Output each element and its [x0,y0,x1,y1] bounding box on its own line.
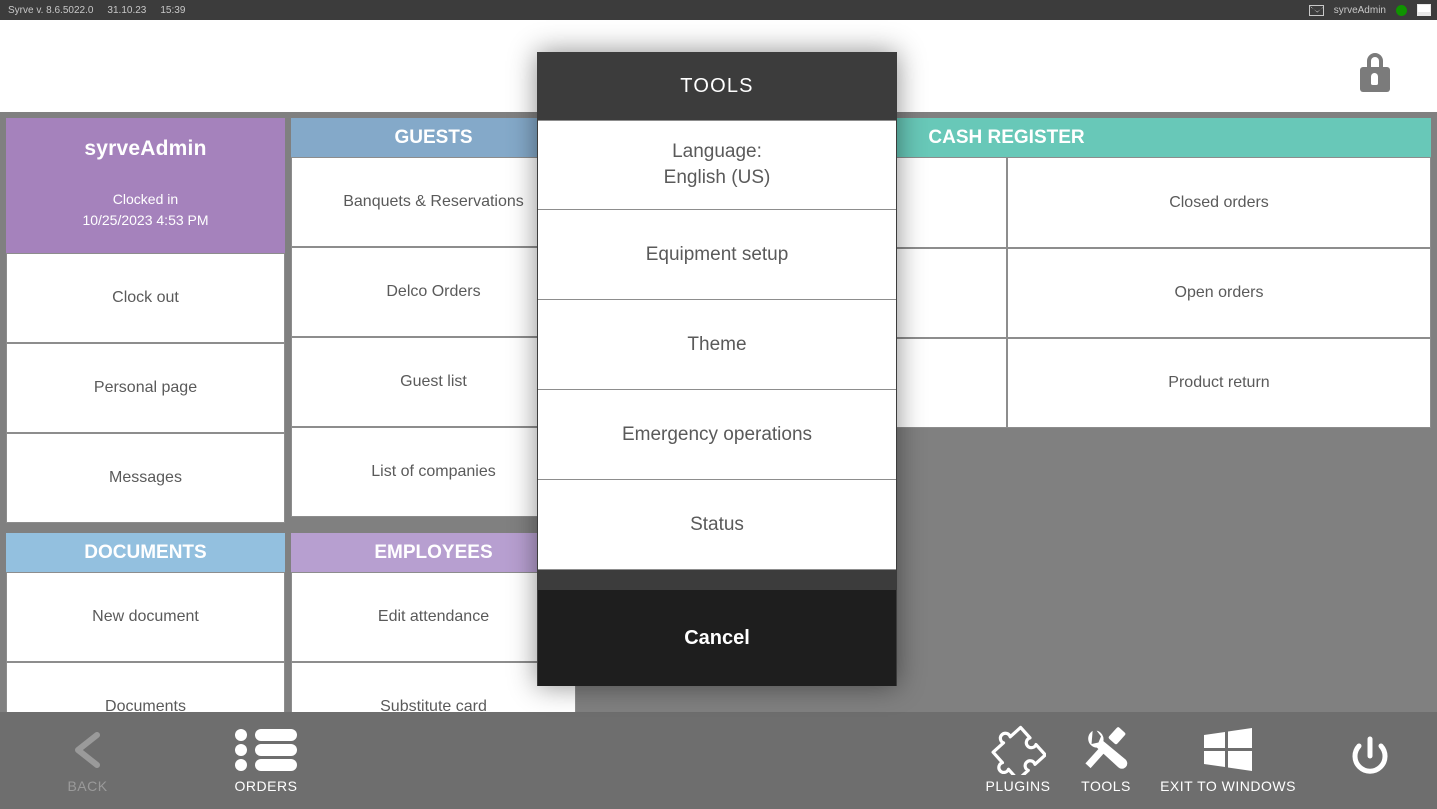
user-header-tile[interactable]: syrveAdmin Clocked in 10/25/2023 4:53 PM [6,118,285,253]
orders-button[interactable]: ORDERS [210,712,322,809]
tile-clock-out[interactable]: Clock out [6,253,285,343]
chevron-left-icon [68,727,108,773]
tile-list-of-companies[interactable]: List of companies [291,427,576,517]
pos-screen: Syrve v. 8.6.5022.0 31.10.23 15:39 syrve… [0,0,1437,809]
plugins-button[interactable]: PLUGINS [962,712,1074,809]
group-header-documents: DOCUMENTS [6,533,285,572]
group-header-guests: GUESTS [291,118,576,157]
power-icon [1347,735,1393,781]
titlebar-user-label: syrveAdmin [1333,4,1386,16]
tools-icon [1080,727,1132,773]
menu-item-status-label: Status [690,513,744,535]
group-guests: GUESTS Banquets & Reservations Delco Ord… [291,118,576,517]
clocked-in-label: Clocked in [112,191,179,208]
tile-messages[interactable]: Messages [6,433,285,523]
menu-item-equipment-setup-label: Equipment setup [645,243,789,265]
back-button[interactable]: BACK [35,712,140,809]
tools-dialog-list: Language: English (US) Equipment setup T… [537,120,897,570]
lock-keyhole [1371,73,1378,85]
titlebar-time: 15:39 [160,4,186,16]
back-label: BACK [67,778,108,794]
tile-delco-orders[interactable]: Delco Orders [291,247,576,337]
tools-dialog: TOOLS Language: English (US) Equipment s… [537,52,897,686]
tile-edit-attendance[interactable]: Edit attendance [291,572,576,662]
mail-icon[interactable] [1308,4,1324,16]
clocked-in-time: 10/25/2023 4:53 PM [82,212,209,229]
menu-item-language-label: Language: English (US) [663,141,771,188]
user-clocked-status: Clocked in 10/25/2023 4:53 PM [82,189,208,231]
menu-item-emergency-operations[interactable]: Emergency operations [538,390,896,480]
exit-to-windows-label: EXIT TO WINDOWS [1160,778,1296,794]
group-user: syrveAdmin Clocked in 10/25/2023 4:53 PM… [6,118,285,523]
menu-item-language[interactable]: Language: English (US) [538,120,896,210]
group-employees: EMPLOYEES Edit attendance Substitute car… [291,533,576,752]
titlebar-date: 31.10.23 [107,4,147,16]
group-header-employees: EMPLOYEES [291,533,576,572]
menu-item-theme-label: Theme [687,333,747,355]
tile-guest-list[interactable]: Guest list [291,337,576,427]
titlebar-left: Syrve v. 8.6.5022.0 31.10.23 15:39 [0,5,185,16]
exit-to-windows-button[interactable]: EXIT TO WINDOWS [1152,712,1304,809]
tools-button[interactable]: TOOLS [1062,712,1150,809]
plugins-label: PLUGINS [985,778,1051,794]
list-icon [234,727,298,773]
window-restore-icon[interactable] [1417,4,1431,16]
tile-closed-orders[interactable]: Closed orders [1007,157,1431,248]
puzzle-icon [990,725,1046,775]
bottom-toolbar: BACK ORDERS PLUGINS TOOLS EXIT TO WINDOW… [0,712,1437,809]
orders-label: ORDERS [234,778,298,794]
tile-banquets-reservations[interactable]: Banquets & Reservations [291,157,576,247]
cancel-button[interactable]: Cancel [538,590,896,686]
tools-dialog-title: TOOLS [680,74,754,97]
window-titlebar: Syrve v. 8.6.5022.0 31.10.23 15:39 syrve… [0,0,1437,20]
menu-item-theme[interactable]: Theme [538,300,896,390]
menu-item-emergency-operations-label: Emergency operations [621,423,813,445]
titlebar-right: syrveAdmin [1308,4,1437,16]
tile-personal-page[interactable]: Personal page [6,343,285,433]
app-version-label: Syrve v. 8.6.5022.0 [8,4,94,16]
power-button[interactable] [1330,712,1410,809]
tile-new-document[interactable]: New document [6,572,285,662]
online-status-dot [1396,4,1407,16]
lock-icon[interactable] [1358,53,1392,93]
menu-item-status[interactable]: Status [538,480,896,570]
tile-open-orders[interactable]: Open orders [1007,248,1431,338]
tile-product-return[interactable]: Product return [1007,338,1431,428]
menu-item-equipment-setup[interactable]: Equipment setup [538,210,896,300]
user-name: syrveAdmin [84,137,207,160]
windows-icon [1201,727,1255,773]
group-documents: DOCUMENTS New document Documents [6,533,285,752]
tools-label: TOOLS [1081,778,1131,794]
